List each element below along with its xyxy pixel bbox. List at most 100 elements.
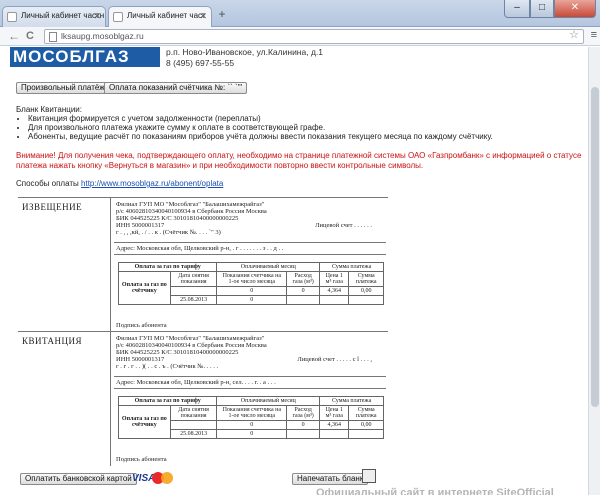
col-readings: Показания счетчика на 1-ое число месяца xyxy=(216,405,288,421)
address-line: Адрес: Московская обл, Щелковский р-н, .… xyxy=(114,242,386,255)
close-tab-icon[interactable]: ✕ xyxy=(199,11,207,22)
warning-text: Внимание! Для получения чека, подтвержда… xyxy=(16,151,582,170)
col-date: Дата снятия показания xyxy=(169,271,218,287)
header-sum: Сумма платежа xyxy=(319,262,384,272)
signature-label: Подпись абонента xyxy=(116,322,167,329)
col-date: Дата снятия показания xyxy=(169,405,218,421)
list-item: Квитанция формируется с учетом задолженн… xyxy=(28,114,576,123)
reload-icon[interactable]: C xyxy=(26,29,34,43)
cell-date: 25.08.2013 xyxy=(169,295,218,305)
detail-line: р/с 40602810340040100934 в Сбербанк Росс… xyxy=(116,342,267,349)
cell-reading[interactable]: 0 xyxy=(216,295,288,305)
address-line: Адрес: Московская обл, Щелковский р-н, с… xyxy=(114,376,386,389)
minimize-button[interactable]: – xyxy=(504,0,530,18)
browser-toolbar: ← C lksaupg.mosoblgaz.ru ☆ ≡ xyxy=(0,27,600,46)
detail-line: Филиал ГУП МО "Мособлгаз" "Балашихамежра… xyxy=(116,335,265,342)
mastercard-icon xyxy=(152,472,174,484)
bookmark-star-icon[interactable]: ☆ xyxy=(569,29,579,42)
window-controls: – □ ✕ xyxy=(504,0,596,18)
page-icon xyxy=(49,32,57,42)
payment-methods: Способы оплаты http://www.mosoblgaz.ru/a… xyxy=(16,179,223,188)
printer-icon[interactable] xyxy=(362,469,376,483)
page-content: МОСОБЛГАЗ р.п. Ново-Ивановское, ул.Калин… xyxy=(0,47,588,495)
cell-reading[interactable]: 0 xyxy=(216,429,288,439)
arbitrary-payment-button[interactable]: Произвольный платёж xyxy=(16,82,110,94)
col-usage: Расход газа (м³) xyxy=(286,271,321,287)
header-gas: Оплата за газ по тарифу xyxy=(117,262,218,272)
cell xyxy=(286,429,321,439)
close-window-button[interactable]: ✕ xyxy=(554,0,596,18)
account-line: Лицевой счет . . . . . c l . . . , xyxy=(297,356,372,363)
col-price: Цена 1 м³ газа xyxy=(319,405,350,421)
tab-2[interactable]: Личный кабинет част ✕ xyxy=(108,6,212,28)
vertical-scrollbar[interactable] xyxy=(588,47,600,495)
header-gas: Оплата за газ по тарифу xyxy=(117,396,218,406)
receipt-details: Филиал ГУП МО "Мособлгаз" "Балашихамежра… xyxy=(116,335,386,370)
cell xyxy=(348,429,384,439)
cell xyxy=(319,429,350,439)
payment-link[interactable]: http://www.mosoblgaz.ru/abonent/oplata xyxy=(81,179,223,188)
page-icon xyxy=(7,12,17,22)
close-tab-icon[interactable]: ✕ xyxy=(93,11,101,22)
tab-1[interactable]: Личный кабинет частн ✕ xyxy=(2,6,106,27)
bank-card-payment-button[interactable]: Оплатить банковской картой xyxy=(20,473,137,485)
cell-date: 25.08.2013 xyxy=(169,429,218,439)
cell-sum: 0,00 xyxy=(348,420,384,430)
col-pay: Оплата за газ по счётчику xyxy=(118,405,171,439)
col-sum: Сумма платежа xyxy=(348,271,384,287)
cell-usage: 0 xyxy=(286,420,321,430)
payment-table: Оплата за газ по тарифу Оплачиваемый мес… xyxy=(117,262,384,305)
page-icon xyxy=(113,12,123,22)
receipt-details: Филиал ГУП МО "Мособлгаз" "Балашихамежра… xyxy=(116,201,386,236)
mosoblgaz-logo: МОСОБЛГАЗ xyxy=(10,47,160,67)
print-blank-button[interactable]: Напечатать бланк xyxy=(292,473,369,485)
cell-price: 4,364 xyxy=(319,286,350,296)
receipt-notice: ИЗВЕЩЕНИЕ Филиал ГУП МО "Мособлгаз" "Бал… xyxy=(18,197,388,332)
col-sum: Сумма платежа xyxy=(348,405,384,421)
detail-line: Филиал ГУП МО "Мособлгаз" "Балашихамежра… xyxy=(116,201,265,208)
cell-reading: 0 xyxy=(216,420,288,430)
cell-sum: 0,00 xyxy=(348,286,384,296)
account-line: Лицевой счет . . . . . . xyxy=(315,222,372,229)
footer: Оплатить банковской картой VISA Напечата… xyxy=(0,467,588,495)
receipt-label: ИЗВЕЩЕНИЕ xyxy=(22,202,83,212)
cell xyxy=(286,295,321,305)
address-bar[interactable]: lksaupg.mosoblgaz.ru ☆ xyxy=(44,29,584,44)
watermark-text: Официальный сайт в интернете SiteOfficia… xyxy=(316,487,554,495)
divider xyxy=(110,198,111,332)
url-text: lksaupg.mosoblgaz.ru xyxy=(61,31,144,41)
meter-payment-button[interactable]: Оплата показаний счётчика №: `` `'" xyxy=(104,82,248,94)
phone-line: 8 (495) 697-55-55 xyxy=(166,58,235,68)
list-item: Для произвольного платежа укажите сумму … xyxy=(28,123,576,132)
cell-price: 4,364 xyxy=(319,420,350,430)
payment-label: Способы оплаты xyxy=(16,179,79,188)
new-tab-button[interactable]: + xyxy=(214,8,230,22)
scrollbar-thumb[interactable] xyxy=(591,87,599,407)
receipt-invoice: КВИТАНЦИЯ Филиал ГУП МО "Мособлгаз" "Бал… xyxy=(18,331,388,466)
maximize-button[interactable]: □ xyxy=(530,0,554,18)
tab-1-title: Личный кабинет частн xyxy=(21,11,105,20)
back-arrow-icon[interactable]: ← xyxy=(8,29,20,43)
receipt-label: КВИТАНЦИЯ xyxy=(22,336,83,346)
cell xyxy=(169,286,218,296)
payment-table: Оплата за газ по тарифу Оплачиваемый мес… xyxy=(117,396,384,439)
signature-label: Подпись абонента xyxy=(116,456,167,463)
cell xyxy=(348,295,384,305)
detail-line: р/с 40602810340040100934 в Сбербанк Росс… xyxy=(116,208,267,215)
col-readings: Показания счетчика на 1-ое число месяца xyxy=(216,271,288,287)
header-paid-month: Оплачиваемый месяц xyxy=(216,262,321,272)
header-address: р.п. Ново-Ивановское, ул.Калинина, д.1 8… xyxy=(166,47,323,69)
menu-icon[interactable]: ≡ xyxy=(591,29,597,41)
cell xyxy=(169,420,218,430)
cell xyxy=(319,295,350,305)
blank-instructions: Бланк Квитанции: Квитанция формируется с… xyxy=(16,105,576,141)
header-paid-month: Оплачиваемый месяц xyxy=(216,396,321,406)
col-price: Цена 1 м³ газа xyxy=(319,271,350,287)
col-pay: Оплата за газ по счётчику xyxy=(118,271,171,305)
cell-reading: 0 xyxy=(216,286,288,296)
meter-line: г . , , ,кй, . / . . к . (Счётчик №. . .… xyxy=(116,229,221,236)
cell-usage: 0 xyxy=(286,286,321,296)
list-item: Абоненты, ведущие расчёт по показаниям п… xyxy=(28,132,576,141)
browser-tabstrip: Личный кабинет частн ✕ Личный кабинет ча… xyxy=(0,0,600,28)
tab-2-title: Личный кабинет част xyxy=(127,11,206,20)
